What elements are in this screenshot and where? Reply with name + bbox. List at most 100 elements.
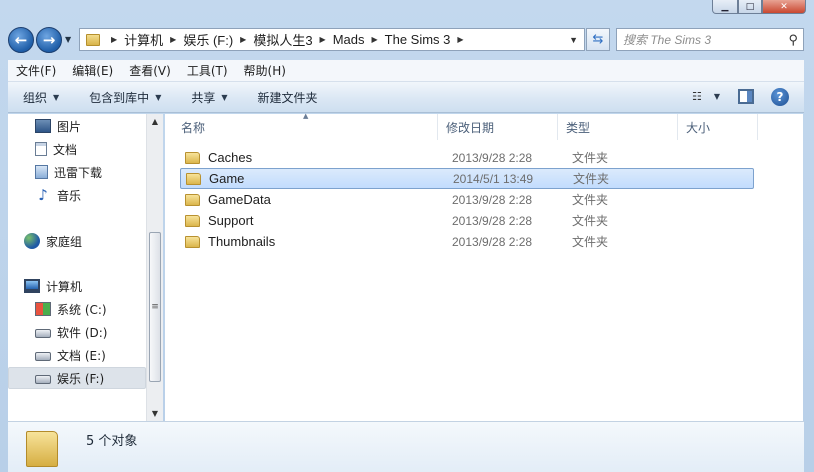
back-button[interactable]: ← (8, 27, 34, 53)
nav-item-documents[interactable]: 文档 (35, 138, 163, 160)
history-dropdown-icon[interactable]: ▼ (65, 35, 71, 44)
column-header-date[interactable]: 修改日期 (438, 114, 558, 140)
nav-scrollbar[interactable]: ▲ ≡ ▼ (146, 114, 163, 421)
address-row: ← → ▼ ▶ 计算机 ▶ 娱乐 (F:) ▶ 模拟人生3 ▶ Mads ▶ T… (6, 26, 804, 54)
scroll-down-icon[interactable]: ▼ (147, 409, 163, 418)
menu-edit[interactable]: 编辑(E) (72, 62, 113, 79)
folder-icon (185, 235, 200, 248)
folder-icon (186, 172, 201, 185)
column-headers: 名称 ▲ 修改日期 类型 大小 (165, 112, 803, 140)
nav-item-drive-c[interactable]: 系统 (C:) (35, 298, 163, 320)
nav-item-label: 音乐 (57, 188, 82, 203)
nav-item-label: 计算机 (46, 279, 83, 294)
breadcrumb-mads[interactable]: Mads (333, 32, 365, 47)
nav-item-label: 家庭组 (46, 234, 83, 249)
details-view-icon: ☷ (691, 90, 702, 103)
menu-bar: 文件(F) 编辑(E) 查看(V) 工具(T) 帮助(H) (8, 60, 804, 82)
nav-item-drive-d[interactable]: 软件 (D:) (35, 321, 163, 343)
search-input[interactable]: 搜索 The Sims 3 ⚲ (616, 28, 804, 51)
homegroup-icon (24, 233, 40, 249)
include-in-library-button[interactable]: 包含到库中 ▼ (89, 89, 161, 106)
table-row[interactable]: Thumbnails 2013/9/28 2:28 文件夹 (180, 231, 754, 252)
chevron-down-icon: ▼ (713, 92, 720, 101)
file-date: 2013/9/28 2:28 (452, 234, 533, 249)
table-row[interactable]: Caches 2013/9/28 2:28 文件夹 (180, 147, 754, 168)
address-dropdown-icon[interactable]: ▼ (569, 35, 578, 45)
nav-item-label: 软件 (D:) (57, 325, 108, 340)
share-label: 共享 (191, 90, 216, 105)
share-button[interactable]: 共享 ▼ (191, 89, 227, 106)
table-row[interactable]: GameData 2013/9/28 2:28 文件夹 (180, 189, 754, 210)
chevron-right-icon[interactable]: ▶ (111, 35, 117, 44)
organize-button[interactable]: 组织 ▼ (23, 89, 59, 106)
column-header-size[interactable]: 大小 (678, 114, 758, 140)
search-placeholder: 搜索 The Sims 3 (623, 33, 712, 47)
nav-item-label: 图片 (57, 119, 82, 134)
maximize-button[interactable]: □ (738, 0, 762, 14)
item-count: 5 个对象 (86, 434, 138, 449)
nav-item-drive-e[interactable]: 文档 (E:) (35, 344, 163, 366)
file-type: 文件夹 (572, 151, 609, 165)
view-options-button[interactable]: ☷ ▼ (692, 90, 720, 103)
column-header-type[interactable]: 类型 (558, 114, 678, 140)
scroll-up-icon[interactable]: ▲ (147, 117, 163, 126)
chevron-down-icon: ▼ (155, 92, 162, 102)
folder-icon (26, 431, 58, 467)
minimize-button[interactable]: ▁ (712, 0, 738, 14)
file-type: 文件夹 (572, 235, 609, 249)
refresh-button[interactable]: ⇆ (586, 28, 610, 51)
menu-view[interactable]: 查看(V) (129, 62, 171, 79)
help-icon[interactable]: ? (771, 88, 789, 106)
music-icon: ♪ (38, 186, 48, 204)
close-button[interactable]: ✕ (762, 0, 806, 14)
file-date: 2013/9/28 2:28 (452, 192, 533, 207)
download-folder-icon (35, 165, 48, 179)
chevron-right-icon[interactable]: ▶ (240, 35, 246, 44)
chevron-right-icon[interactable]: ▶ (457, 35, 463, 44)
folder-icon (185, 214, 200, 227)
folder-icon (185, 193, 200, 206)
search-icon[interactable]: ⚲ (788, 32, 798, 48)
nav-item-label: 系统 (C:) (57, 302, 107, 317)
chevron-right-icon[interactable]: ▶ (170, 35, 176, 44)
table-row[interactable]: Support 2013/9/28 2:28 文件夹 (180, 210, 754, 231)
chevron-right-icon[interactable]: ▶ (320, 35, 326, 44)
forward-button[interactable]: → (36, 27, 62, 53)
chevron-down-icon: ▼ (53, 92, 60, 102)
nav-item-computer[interactable]: 计算机 (24, 275, 162, 297)
nav-scroll-thumb[interactable]: ≡ (149, 232, 161, 382)
file-name: Caches (208, 150, 253, 165)
nav-item-pictures[interactable]: 图片 (35, 115, 163, 137)
breadcrumb-sims3[interactable]: 模拟人生3 (253, 30, 312, 49)
organize-label: 组织 (23, 90, 48, 105)
include-in-library-label: 包含到库中 (89, 90, 150, 105)
nav-item-music[interactable]: ♪ 音乐 (35, 184, 163, 206)
nav-item-drive-f[interactable]: 娱乐 (F:) (8, 367, 146, 389)
new-folder-label: 新建文件夹 (257, 90, 318, 105)
file-name: GameData (208, 192, 271, 207)
table-row[interactable]: Game 2014/5/1 13:49 文件夹 (180, 168, 754, 189)
explorer-window: ▁ □ ✕ ← → ▼ ▶ 计算机 ▶ 娱乐 (F:) ▶ 模拟人生3 ▶ Ma… (0, 0, 814, 472)
column-header-label: 名称 (181, 120, 206, 135)
nav-item-label: 迅雷下载 (54, 165, 103, 180)
preview-pane-icon[interactable] (738, 89, 754, 104)
menu-help[interactable]: 帮助(H) (244, 62, 286, 79)
column-header-label: 修改日期 (446, 120, 495, 135)
drive-icon (35, 329, 51, 338)
nav-item-label: 娱乐 (F:) (57, 371, 105, 386)
menu-tools[interactable]: 工具(T) (187, 62, 228, 79)
nav-item-homegroup[interactable]: 家庭组 (24, 230, 162, 252)
menu-file[interactable]: 文件(F) (16, 62, 56, 79)
address-bar[interactable]: ▶ 计算机 ▶ 娱乐 (F:) ▶ 模拟人生3 ▶ Mads ▶ The Sim… (79, 28, 585, 51)
breadcrumb-computer[interactable]: 计算机 (124, 30, 163, 49)
file-date: 2013/9/28 2:28 (452, 213, 533, 228)
chevron-right-icon[interactable]: ▶ (372, 35, 378, 44)
new-folder-button[interactable]: 新建文件夹 (258, 89, 318, 106)
file-name: Support (208, 213, 254, 228)
breadcrumb-drive[interactable]: 娱乐 (F:) (183, 30, 233, 49)
breadcrumb-the-sims-3[interactable]: The Sims 3 (385, 32, 451, 47)
drive-icon (35, 375, 51, 384)
file-name: Game (209, 171, 245, 186)
file-date: 2013/9/28 2:28 (452, 150, 533, 165)
nav-item-xunlei-downloads[interactable]: 迅雷下载 (35, 161, 163, 183)
